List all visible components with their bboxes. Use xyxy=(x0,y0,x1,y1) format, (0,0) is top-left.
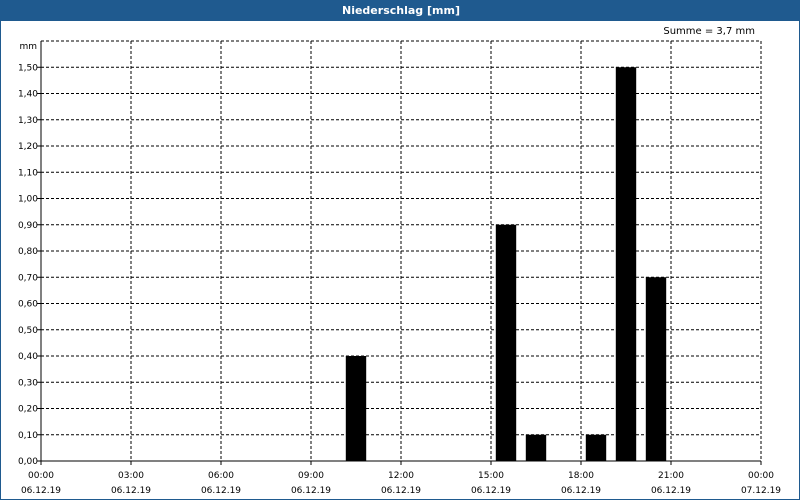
y-tick-label: 0,80 xyxy=(18,247,38,257)
x-tick-label-time: 15:00 xyxy=(478,471,504,481)
y-tick-label: 0,90 xyxy=(18,221,38,231)
y-tick-label: 1,40 xyxy=(18,90,38,100)
x-tick-label-time: 12:00 xyxy=(388,471,414,481)
x-tick-label-date: 06.12.19 xyxy=(381,486,421,496)
x-tick-label-date: 06.12.19 xyxy=(201,486,241,496)
x-tick-label-date: 06.12.19 xyxy=(651,486,691,496)
y-tick-label: 0,20 xyxy=(18,405,38,415)
y-tick-label: 1,10 xyxy=(18,168,38,178)
y-axis-label: mm xyxy=(19,42,37,52)
precipitation-chart: 0,00 0,10 0,20 0,30 0,40 0,50 0,60 0,70 0,80 0,90… xyxy=(18,40,781,496)
x-tick-label-date: 06.12.19 xyxy=(291,486,331,496)
x-tick-label-time: 06:00 xyxy=(208,471,234,481)
precipitation-bar xyxy=(615,67,637,461)
precipitation-bar xyxy=(645,277,667,461)
precipitation-bar xyxy=(525,434,547,461)
y-tick-label: 0,30 xyxy=(18,378,38,388)
y-tick-label: 1,20 xyxy=(18,142,38,152)
x-tick-label-time: 00:00 xyxy=(28,471,54,481)
precipitation-bar xyxy=(585,434,607,461)
x-tick-label-date: 06.12.19 xyxy=(21,486,61,496)
x-tick-label-time: 18:00 xyxy=(568,471,594,481)
precipitation-bar xyxy=(345,356,367,461)
y-tick-label: 0,60 xyxy=(18,300,38,310)
x-tick-label-date: 07.12.19 xyxy=(741,486,781,496)
y-tick-label: 0,50 xyxy=(18,326,38,336)
x-tick-label-time: 21:00 xyxy=(658,471,684,481)
y-tick-label: 0,10 xyxy=(18,431,38,441)
precipitation-bar xyxy=(495,224,517,461)
y-tick-label: 0,40 xyxy=(18,352,38,362)
x-tick-label-time: 03:00 xyxy=(118,471,144,481)
y-tick-label: 1,50 xyxy=(18,63,38,73)
x-tick-label-date: 06.12.19 xyxy=(111,486,151,496)
chart-window: Niederschlag [mm] Summe = 3,7 mm 0,00 0,1… xyxy=(0,0,800,500)
y-tick-label: 1,30 xyxy=(18,116,38,126)
x-tick-label-time: 00:00 xyxy=(748,471,774,481)
x-tick-label-date: 06.12.19 xyxy=(561,486,601,496)
y-tick-label: 1,00 xyxy=(18,195,38,205)
y-tick-label: 0,00 xyxy=(18,457,38,467)
x-tick-label-time: 09:00 xyxy=(298,471,324,481)
y-tick-label: 0,70 xyxy=(18,273,38,283)
x-tick-label-date: 06.12.19 xyxy=(471,486,511,496)
